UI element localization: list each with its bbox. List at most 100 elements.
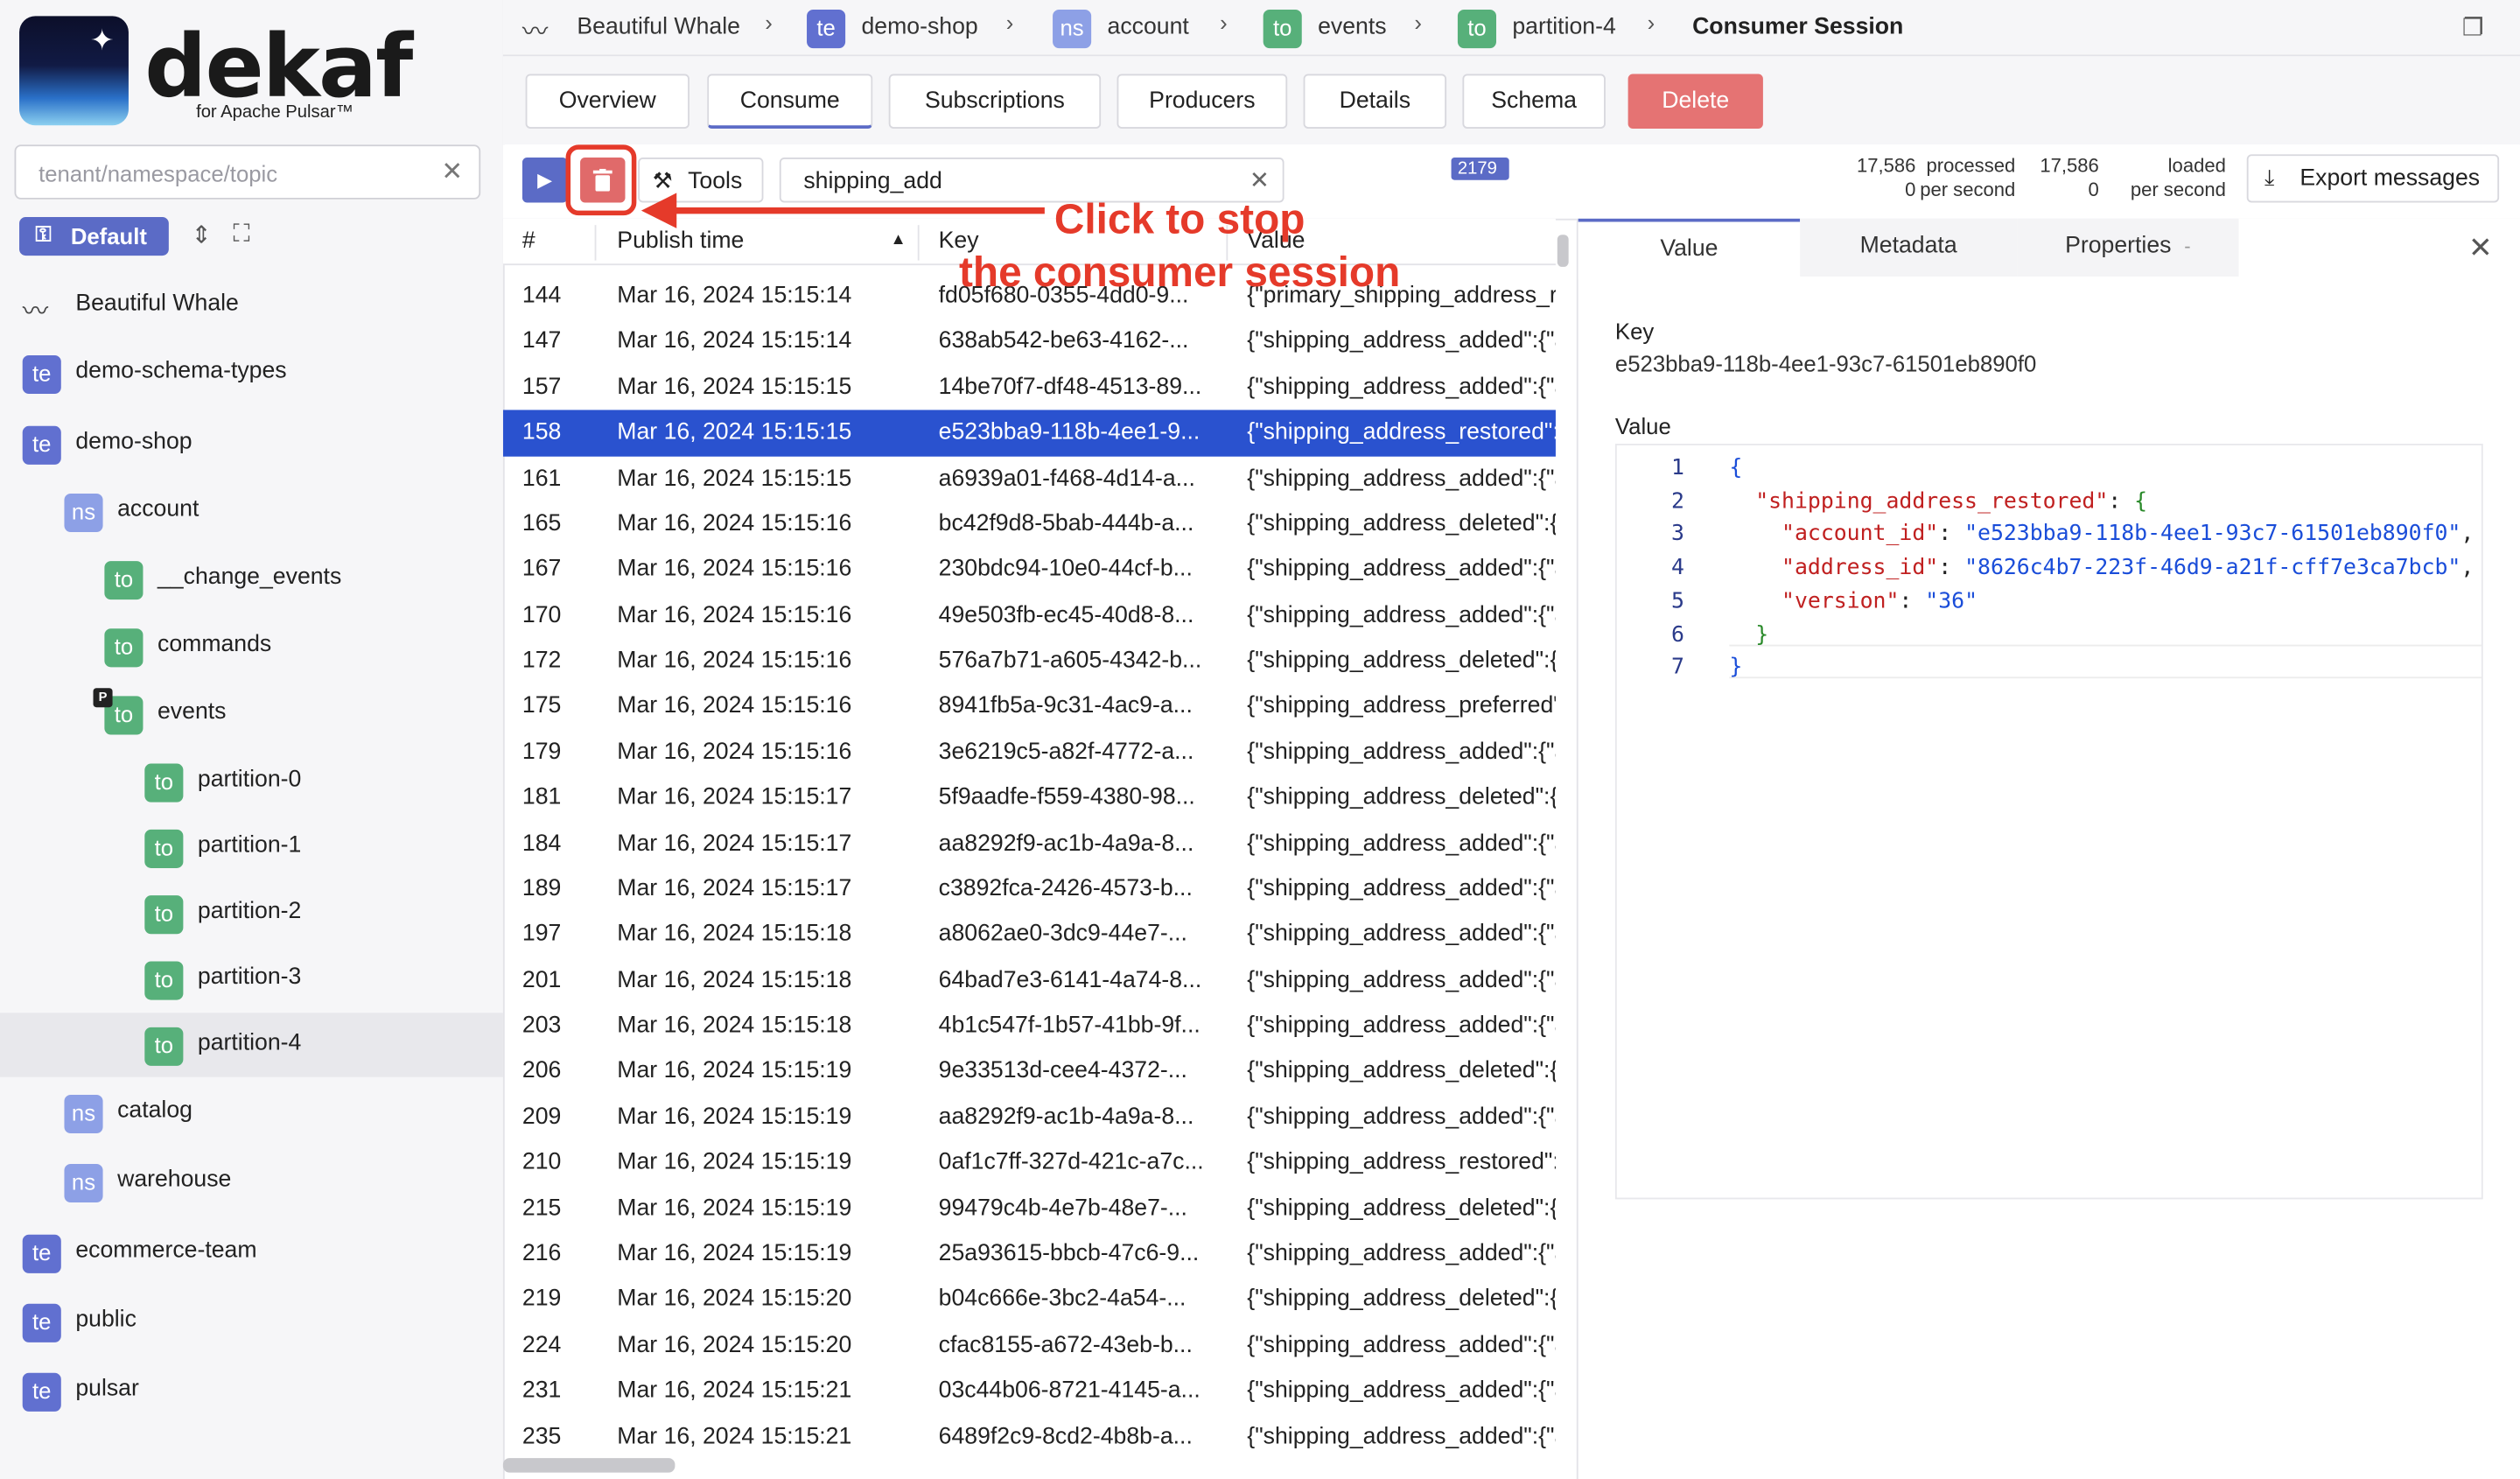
cell-key: 03c44b06-8721-4145-a... xyxy=(938,1377,1200,1404)
delete-button[interactable]: Delete xyxy=(1628,74,1763,129)
table-row[interactable]: 165 Mar 16, 2024 15:15:16 bc42f9d8-5bab-44… xyxy=(503,501,1556,547)
cell-value: {"shipping_address_deleted":{ xyxy=(1247,510,1556,537)
table-row[interactable]: 210 Mar 16, 2024 15:15:19 0af1c7ff-327d-42… xyxy=(503,1140,1556,1186)
cell-n: 165 xyxy=(522,510,562,537)
line-number: 1 xyxy=(1670,454,1684,481)
stop-session-button[interactable] xyxy=(580,158,626,203)
table-row[interactable]: 235 Mar 16, 2024 15:15:21 6489f2c9-8cd2-4b… xyxy=(503,1414,1556,1460)
focus-icon[interactable]: ⛶ xyxy=(233,221,249,248)
table-row[interactable]: 189 Mar 16, 2024 15:15:17 c3892fca-2426-45… xyxy=(503,866,1556,912)
vertical-scrollbar[interactable] xyxy=(1557,235,1569,267)
sidebar-item-commands[interactable]: to commands xyxy=(0,614,503,678)
sidebar-item-demo-shop[interactable]: te demo-shop xyxy=(0,411,503,475)
tab-overview[interactable]: Overview xyxy=(525,74,690,129)
table-row[interactable]: 158 Mar 16, 2024 15:15:15 e523bba9-118b-4e… xyxy=(502,410,1556,456)
cell-time: Mar 16, 2024 15:15:18 xyxy=(617,967,852,993)
sidebar-item-ecommerce-team[interactable]: te ecommerce-team xyxy=(0,1220,503,1284)
table-row[interactable]: 172 Mar 16, 2024 15:15:16 576a7b71-a605-43… xyxy=(503,638,1556,683)
json-viewer[interactable]: 1 {2 "shipping_address_restored": {3 "acc… xyxy=(1614,444,2483,1200)
tenant-badge: te xyxy=(807,10,846,49)
sidebar-item-partition-4[interactable]: to partition-4 xyxy=(0,1013,503,1077)
collapse-all-icon[interactable]: ⇕ xyxy=(192,221,212,249)
clear-filter-icon[interactable]: ✕ xyxy=(1250,165,1270,194)
table-row[interactable]: 209 Mar 16, 2024 15:15:19 aa8292f9-ac1b-4a… xyxy=(503,1095,1556,1140)
play-icon[interactable]: ▶ xyxy=(522,158,568,203)
sidebar-item-beautiful-whale[interactable]: 〰 Beautiful Whale xyxy=(0,273,503,337)
table-row[interactable]: 184 Mar 16, 2024 15:15:17 aa8292f9-ac1b-4a… xyxy=(503,821,1556,866)
table-row[interactable]: 201 Mar 16, 2024 15:15:18 64bad7e3-6141-4a… xyxy=(503,957,1556,1003)
sidebar-item-label: Beautiful Whale xyxy=(75,291,239,317)
sidebar-item-label: partition-0 xyxy=(197,767,302,793)
table-row[interactable]: 224 Mar 16, 2024 15:15:20 cfac8155-a672-43… xyxy=(503,1322,1556,1368)
tab-details[interactable]: Details xyxy=(1303,74,1447,129)
table-row[interactable]: 157 Mar 16, 2024 15:15:15 14be70f7-df48-45… xyxy=(503,365,1556,410)
tab-schema[interactable]: Schema xyxy=(1462,74,1606,129)
horizontal-scrollbar[interactable] xyxy=(502,1458,676,1473)
sidebar-item-warehouse[interactable]: ns warehouse xyxy=(0,1149,503,1213)
cell-n: 161 xyxy=(522,465,562,492)
table-row[interactable]: 161 Mar 16, 2024 15:15:15 a6939a01-f468-4d… xyxy=(503,456,1556,501)
table-row[interactable]: 181 Mar 16, 2024 15:15:17 5f9aadfe-f559-43… xyxy=(503,775,1556,821)
table-row[interactable]: 216 Mar 16, 2024 15:15:19 25a93615-bbcb-47… xyxy=(503,1231,1556,1277)
line-number: 5 xyxy=(1670,587,1684,614)
sidebar-item-change-events[interactable]: to __change_events xyxy=(0,547,503,611)
table-row[interactable]: 203 Mar 16, 2024 15:15:18 4b1c547f-1b57-41… xyxy=(503,1003,1556,1048)
breadcrumb-cluster-label: Beautiful Whale xyxy=(577,14,740,40)
cell-value: {"shipping_address_added":{"a xyxy=(1247,1013,1556,1039)
messages-table: # Publish time ▲ Key Value 144 Mar 16, 20… xyxy=(502,218,1556,1479)
tab-properties[interactable]: Properties - xyxy=(2017,218,2239,277)
cell-value: {"shipping_address_added":{"a xyxy=(1247,1104,1556,1131)
tab-consume[interactable]: Consume xyxy=(707,74,873,129)
cell-value: {"shipping_address_restored": xyxy=(1247,1149,1556,1176)
table-row[interactable]: 170 Mar 16, 2024 15:15:16 49e503fb-ec45-40… xyxy=(503,592,1556,638)
tab-value[interactable]: Value xyxy=(1578,218,1801,280)
sidebar-item-partition-0[interactable]: to partition-0 xyxy=(0,749,503,813)
table-row[interactable]: 147 Mar 16, 2024 15:15:14 638ab542-be63-41… xyxy=(503,319,1556,364)
cell-n: 210 xyxy=(522,1149,562,1176)
tab-subscriptions[interactable]: Subscriptions xyxy=(888,74,1102,129)
clear-icon[interactable]: ✕ xyxy=(441,156,463,188)
tab-metadata[interactable]: Metadata xyxy=(1800,218,2018,277)
sidebar-item-partition-1[interactable]: to partition-1 xyxy=(0,815,503,879)
table-row[interactable]: 167 Mar 16, 2024 15:15:16 230bdc94-10e0-44… xyxy=(503,547,1556,592)
table-row[interactable]: 206 Mar 16, 2024 15:15:19 9e33513d-cee4-43… xyxy=(503,1049,1556,1095)
copy-icon[interactable]: ❐ xyxy=(2462,13,2484,42)
topic-search-input[interactable] xyxy=(35,158,444,188)
sidebar-item-pulsar[interactable]: te pulsar xyxy=(0,1358,503,1422)
table-row[interactable]: 231 Mar 16, 2024 15:15:21 03c44b06-8721-41… xyxy=(503,1368,1556,1413)
cell-n: 170 xyxy=(522,602,562,628)
cell-n: 197 xyxy=(522,922,562,948)
line-number: 2 xyxy=(1670,487,1684,515)
table-row[interactable]: 179 Mar 16, 2024 15:15:16 3e6219c5-a82f-47… xyxy=(503,730,1556,775)
sparkle-icon: ✦ xyxy=(89,24,115,57)
sidebar-item-label: catalog xyxy=(117,1097,192,1125)
table-row[interactable]: 215 Mar 16, 2024 15:15:19 99479c4b-4e7b-48… xyxy=(503,1186,1556,1231)
cell-key: 0af1c7ff-327d-421c-a7c... xyxy=(938,1149,1204,1176)
cell-n: 206 xyxy=(522,1058,562,1084)
cell-time: Mar 16, 2024 15:15:16 xyxy=(617,648,852,674)
column-number[interactable]: # xyxy=(522,228,536,254)
cell-value: {"shipping_address_added":{"a xyxy=(1247,922,1556,948)
sidebar-item-demo-schema-types[interactable]: te demo-schema-types xyxy=(0,340,503,404)
sidebar-item-events[interactable]: to Pevents xyxy=(0,682,503,746)
sidebar-item-partition-3[interactable]: to partition-3 xyxy=(0,947,503,1011)
sidebar-item-public[interactable]: te public xyxy=(0,1289,503,1353)
sidebar-item-account[interactable]: ns account xyxy=(0,479,503,543)
line-number: 7 xyxy=(1670,654,1684,681)
download-icon: ⤓ xyxy=(2264,164,2275,190)
tab-producers[interactable]: Producers xyxy=(1116,74,1288,129)
breadcrumb: 〰 Beautiful Whale › te demo-shop › ns ac… xyxy=(502,0,2520,57)
cell-key: 230bdc94-10e0-44cf-b... xyxy=(938,557,1193,583)
close-icon[interactable]: ✕ xyxy=(2468,232,2493,266)
cell-key: a8062ae0-3dc9-44e7-... xyxy=(938,922,1187,948)
logo[interactable]: ✦ dekaf for Apache Pulsar™ xyxy=(19,16,413,131)
chevron-right-icon: › xyxy=(1220,10,1228,36)
table-row[interactable]: 197 Mar 16, 2024 15:15:18 a8062ae0-3dc9-44… xyxy=(503,912,1556,957)
table-row[interactable]: 175 Mar 16, 2024 15:15:16 8941fb5a-9c31-4a… xyxy=(503,683,1556,729)
export-messages-button[interactable]: ⤓ Export messages xyxy=(2246,154,2500,203)
sidebar-item-partition-2[interactable]: to partition-2 xyxy=(0,881,503,945)
table-row[interactable]: 219 Mar 16, 2024 15:15:20 b04c666e-3bc2-4a… xyxy=(503,1277,1556,1322)
sidebar-item-catalog[interactable]: ns catalog xyxy=(0,1080,503,1144)
cell-key: 4b1c547f-1b57-41bb-9f... xyxy=(938,1013,1200,1039)
environment-button[interactable]: ⚿ Default xyxy=(19,216,169,256)
